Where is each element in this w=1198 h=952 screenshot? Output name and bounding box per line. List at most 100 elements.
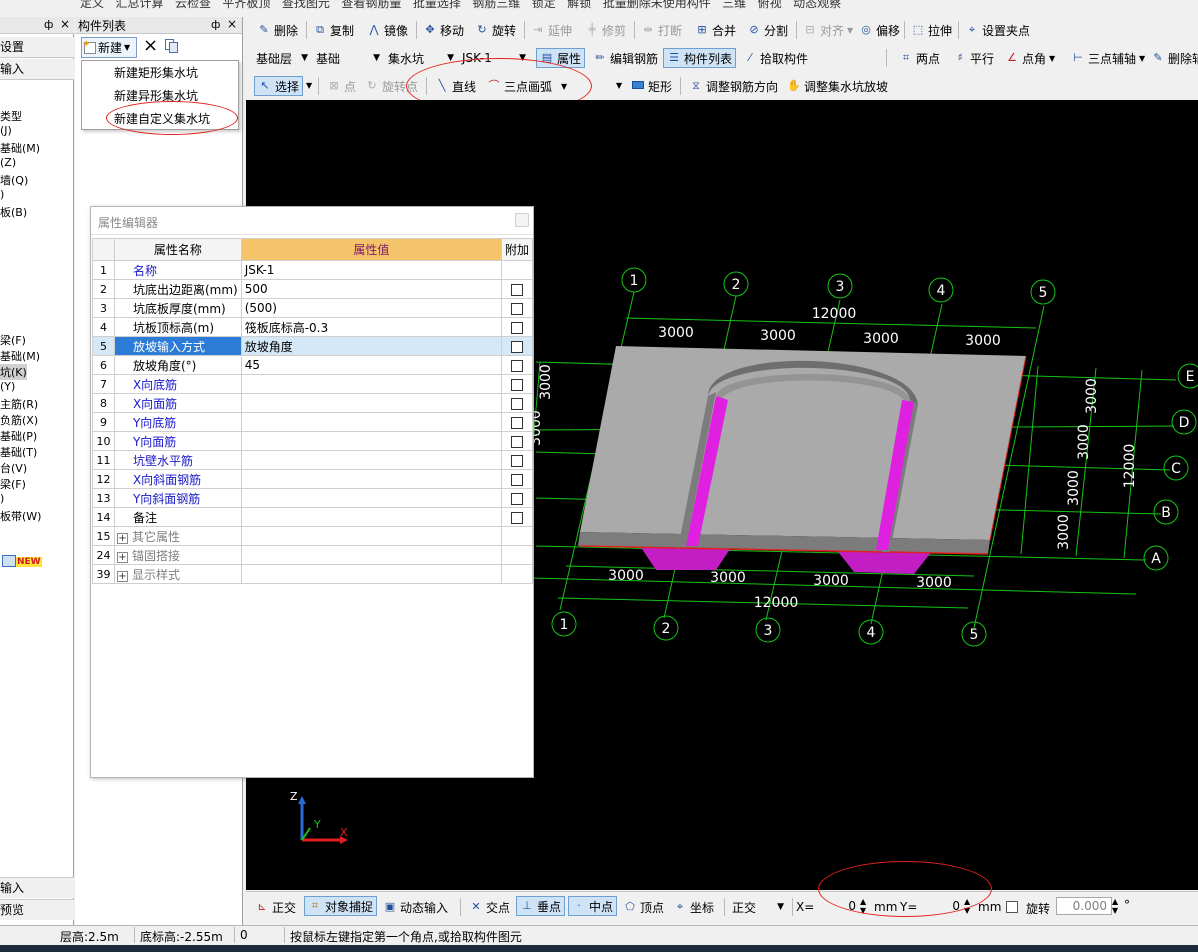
tree-item[interactable]: 主筋(R) [0,396,38,412]
property-value[interactable] [240,412,502,432]
point-angle-button[interactable]: ∠ 点角 ▼ [1002,48,1058,68]
delete-icon[interactable]: × [143,36,158,56]
property-name[interactable]: + 显示样式 [113,564,242,584]
chevron-down-icon[interactable]: ▼ [306,81,312,90]
property-value[interactable] [240,526,502,546]
rotate-point-button[interactable]: ↻ 旋转点 [362,76,421,96]
property-name[interactable]: Y向斜面钢筋 [113,488,242,508]
tree-item[interactable]: 负筋(X) [0,412,38,428]
delete-axis-button[interactable]: ✎删除辅 [1148,48,1198,68]
new-button[interactable]: ✦ 新建 ▼ [81,37,137,58]
midpoint-snap-button[interactable]: · 中点 [568,896,618,916]
three-point-arc-button[interactable]: ⌒ 三点画弧 ▼ [484,76,570,96]
property-row[interactable]: 11 坑壁水平筋 [92,450,534,470]
attach-checkbox[interactable] [510,359,523,372]
ortho-button[interactable]: ⊾ 正交 [252,897,299,917]
property-row[interactable]: 14 备注 [92,507,534,527]
property-value[interactable] [240,507,502,527]
menu-new-custom-pit[interactable]: 新建自定义集水坑 [82,108,238,130]
menu-new-rect-pit[interactable]: 新建矩形集水坑 [82,62,238,84]
nav-preview[interactable]: 预览 [0,899,74,920]
property-name[interactable]: 坑板顶标高(m) [113,317,242,337]
property-row[interactable]: 9 Y向底筋 [92,412,534,432]
rotate-button[interactable]: ↻ 旋转 [472,20,519,40]
tree-item[interactable]: 墙(Q) [0,172,28,188]
adjust-rebar-direction-button[interactable]: ⧖ 调整钢筋方向 [686,76,781,96]
nav-input[interactable]: 输入 [0,59,74,80]
expand-icon[interactable]: + [116,551,128,563]
property-name[interactable]: + 其它属性 [113,526,242,546]
property-name[interactable]: X向底筋 [113,374,242,394]
ortho-mode-select[interactable]: 正交 ▼ [728,897,788,917]
select-button[interactable]: ↖ 选择 [254,76,304,96]
property-name[interactable]: + 锚固搭接 [113,545,242,565]
tree-item[interactable]: 台(V) [0,460,27,476]
type-select[interactable]: 集水坑 ▼ [384,48,458,68]
property-value[interactable] [240,374,502,394]
property-name[interactable]: 放坡角度(°) [113,355,242,375]
property-name[interactable]: X向面筋 [113,393,242,413]
property-name[interactable]: 坑底板厚度(mm) [113,298,242,318]
property-row[interactable]: 13 Y向斜面钢筋 [92,488,534,508]
three-point-axis-button[interactable]: ⊢ 三点辅轴 ▼ [1068,48,1148,68]
extend-button[interactable]: ⇥ 延伸 [528,20,575,40]
vertex-snap-button[interactable]: ⬠ 顶点 [620,897,667,917]
edit-rebar-button[interactable]: ✏ 编辑钢筋 [590,48,661,68]
parallel-button[interactable]: ♯ 平行 [950,48,997,68]
tree-item[interactable]: 板(B) [0,204,27,220]
tree-item[interactable]: 梁(F) [0,332,26,348]
attach-checkbox[interactable] [510,378,523,391]
pin-icon[interactable]: ф [44,18,53,31]
property-row[interactable]: 6 放坡角度(°) 45 [92,355,534,375]
close-icon[interactable] [515,213,529,227]
tree-item[interactable]: 基础(P) [0,428,37,444]
component-list-button[interactable]: ☰ 构件列表 [663,48,737,68]
property-row[interactable]: 2 坑底出边距离(mm) 500 [92,279,534,299]
tree-item-selected[interactable]: 坑(K) [0,364,27,380]
rotate-input[interactable]: 0.000 [1056,897,1112,915]
floor-select[interactable]: 基础层 ▼ [252,48,312,68]
property-value[interactable] [240,488,502,508]
property-row[interactable]: 39 + 显示样式 [92,564,534,584]
property-name[interactable]: Y向底筋 [113,412,242,432]
property-value[interactable] [240,545,502,565]
object-snap-button[interactable]: ⌗ 对象捕捉 [304,896,378,916]
property-value[interactable]: 筏板底标高-0.3 [240,317,502,337]
attach-checkbox[interactable] [510,397,523,410]
menu-new-irregular-pit[interactable]: 新建异形集水坑 [82,85,238,107]
nav-input-bottom[interactable]: 输入 [0,877,74,898]
tree-item[interactable]: 类型 [0,108,22,124]
perpendicular-snap-button[interactable]: ⊥ 垂点 [516,896,566,916]
attach-checkbox[interactable] [510,511,523,524]
expand-icon[interactable]: + [116,532,128,544]
close-icon[interactable]: × [60,17,70,31]
mirror-button[interactable]: ⋀ 镜像 [364,20,411,40]
attach-checkbox[interactable] [510,302,523,315]
attach-checkbox[interactable] [510,435,523,448]
copy-icon[interactable] [165,39,179,53]
tree-item[interactable]: 梁(F) [0,476,26,492]
property-row[interactable]: 5 放坡输入方式 放坡角度 [92,336,534,356]
property-name[interactable]: 备注 [113,507,242,527]
property-value[interactable] [240,393,502,413]
attach-checkbox[interactable] [510,454,523,467]
attach-checkbox[interactable] [510,340,523,353]
property-value[interactable] [240,450,502,470]
property-name[interactable]: 坑壁水平筋 [113,450,242,470]
properties-button[interactable]: ▤ 属性 [536,48,586,68]
two-point-button[interactable]: ⌗ 两点 [896,48,943,68]
coordinate-snap-button[interactable]: ⌖ 坐标 [670,897,717,917]
category-select[interactable]: 基础 ▼ [312,48,384,68]
property-row[interactable]: 1 名称 JSK-1 [92,260,534,280]
rectangle-button[interactable]: 矩形 [628,76,675,96]
property-row[interactable]: 15 + 其它属性 [92,526,534,546]
attach-checkbox[interactable] [510,321,523,334]
rotate-spinner[interactable]: ▲ ▼ [1112,897,1118,915]
new-feature-icon[interactable]: NEW [2,554,42,567]
property-name[interactable]: X向斜面钢筋 [113,469,242,489]
align-button[interactable]: ⊟ 对齐 ▼ [800,20,856,40]
trim-button[interactable]: ╪ 修剪 [582,20,629,40]
attach-checkbox[interactable] [510,416,523,429]
tree-item[interactable]: (J) [0,124,12,137]
line-button[interactable]: ╲ 直线 [432,76,479,96]
